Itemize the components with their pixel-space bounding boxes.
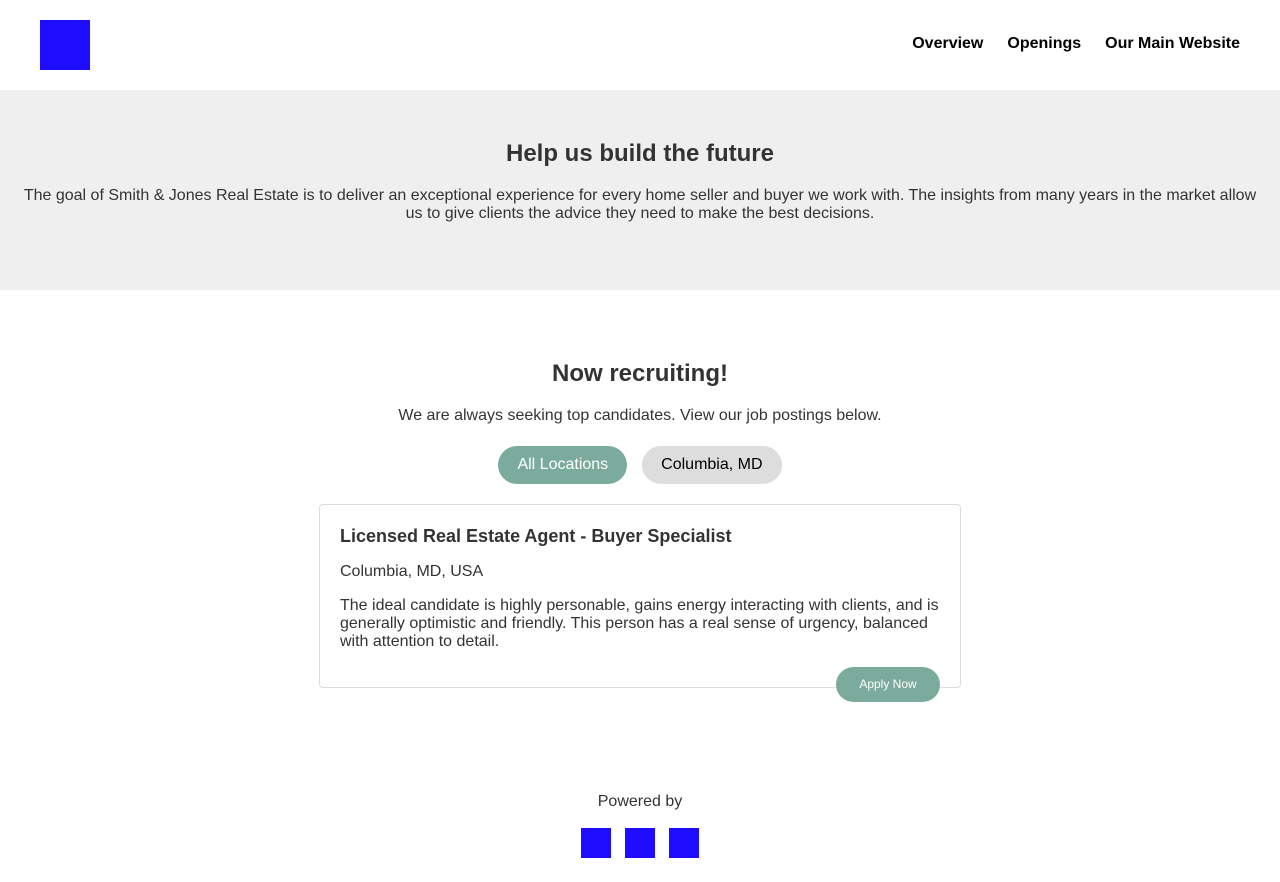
partner-logo-icon[interactable]: [581, 828, 611, 858]
hero-title: Help us build the future: [506, 140, 774, 167]
job-card: Licensed Real Estate Agent - Buyer Speci…: [319, 504, 961, 702]
main-nav: Overview Openings Our Main Website: [912, 35, 1240, 53]
filter-all-locations-button[interactable]: All Locations: [498, 446, 628, 484]
location-filters: All Locations Columbia, MD: [0, 446, 1280, 484]
site-header: Overview Openings Our Main Website: [0, 0, 1280, 90]
job-title[interactable]: Licensed Real Estate Agent - Buyer Speci…: [340, 526, 731, 547]
powered-by-label: Powered by: [597, 793, 683, 810]
hero-text: The goal of Smith & Jones Real Estate is…: [23, 187, 1257, 222]
nav-overview-link[interactable]: Overview: [912, 35, 983, 53]
job-location: Columbia, MD, USA: [340, 563, 484, 580]
company-logo[interactable]: [40, 20, 90, 70]
apply-now-button[interactable]: Apply Now: [836, 667, 940, 702]
recruiting-lead: We are always seeking top candidates. Vi…: [398, 407, 882, 424]
filter-columbia-md-button[interactable]: Columbia, MD: [642, 446, 782, 484]
nav-main-website-link[interactable]: Our Main Website: [1105, 35, 1240, 53]
partner-logo-icon[interactable]: [625, 828, 655, 858]
hero-section: Help us build the future The goal of Smi…: [0, 90, 1280, 290]
recruiting-section: Now recruiting! We are always seeking to…: [0, 360, 1280, 425]
partner-logo-icon[interactable]: [669, 828, 699, 858]
recruiting-title: Now recruiting!: [551, 360, 728, 387]
site-footer: Powered by: [0, 792, 1280, 858]
powered-by-logos: [0, 828, 1280, 858]
nav-openings-link[interactable]: Openings: [1007, 35, 1081, 53]
job-description: The ideal candidate is highly personable…: [340, 597, 939, 650]
